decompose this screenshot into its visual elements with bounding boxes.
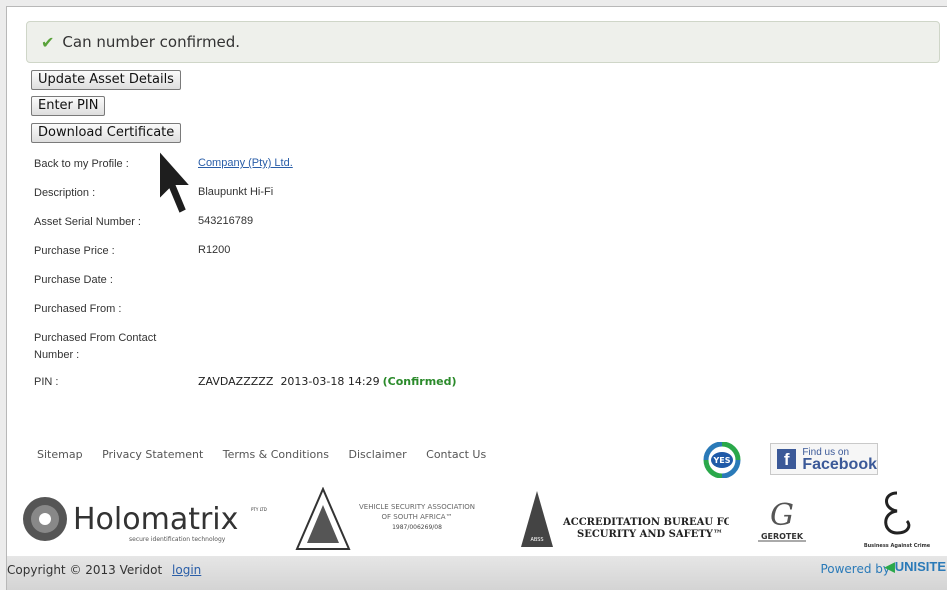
download-certificate-button[interactable]: Download Certificate	[31, 123, 182, 143]
facebook-badge[interactable]: f Find us on Facebook	[770, 443, 878, 475]
pin-value: ZAVDAZZZZZ	[198, 375, 274, 388]
success-alert: ✔ Can number confirmed.	[26, 21, 940, 63]
purchase-date-label: Purchase Date :	[34, 274, 113, 286]
holomatrix-name: Holomatrix	[73, 502, 238, 537]
description-value: Blaupunkt Hi-Fi	[198, 186, 274, 198]
abss-line1: ACCREDITATION BUREAU FOR	[562, 517, 729, 528]
footer-link-privacy[interactable]: Privacy Statement	[102, 448, 203, 461]
footer-link-disclaimer[interactable]: Disclaimer	[348, 448, 406, 461]
abss-triangle-text: ABSS	[530, 537, 543, 543]
purchased-from-contact-label: Purchased From Contact Number :	[34, 332, 157, 361]
business-against-crime-logo[interactable]: Business Against Crime	[847, 487, 947, 551]
main-frame: ✔ Can number confirmed. Update Asset Det…	[6, 6, 947, 590]
bottom-bar: Copyright © 2013 Veridot login Powered b…	[7, 556, 947, 590]
gerotek-logo[interactable]: G GEROTEK	[752, 491, 812, 551]
powered-by-text: Powered by	[820, 562, 890, 576]
svg-text:G: G	[770, 498, 794, 533]
enter-pin-button[interactable]: Enter PIN	[31, 96, 106, 116]
unisite-icon: ◀	[884, 559, 895, 574]
vesa-triangle-text: VESA	[314, 542, 333, 550]
vesa-line1: VEHICLE SECURITY ASSOCIATION	[359, 503, 475, 511]
pin-status: (Confirmed)	[382, 375, 457, 388]
update-asset-details-button[interactable]: Update Asset Details	[31, 70, 181, 90]
copyright-text: Copyright © 2013 Veridot	[7, 563, 163, 577]
footer-link-contact[interactable]: Contact Us	[426, 448, 486, 461]
login-link[interactable]: login	[172, 563, 201, 577]
purchase-price-value: R1200	[198, 244, 231, 256]
holomatrix-logo[interactable]: Holomatrix PTY LTD secure identification…	[19, 491, 269, 545]
alert-message: Can number confirmed.	[62, 33, 241, 51]
vesa-line3: 1987/006269/08	[392, 524, 442, 531]
yes-text: YES	[712, 456, 730, 465]
footer-link-terms[interactable]: Terms & Conditions	[223, 448, 329, 461]
footer-links: Sitemap Privacy Statement Terms & Condit…	[37, 448, 502, 461]
vesa-line2: OF SOUTH AFRICA™	[381, 513, 452, 521]
gerotek-name: GEROTEK	[761, 532, 804, 541]
abss-logo[interactable]: ABSS ACCREDITATION BUREAU FOR SECURITY A…	[519, 489, 729, 549]
purchased-from-label: Purchased From :	[34, 303, 122, 315]
facebook-big-text: Facebook	[802, 456, 877, 473]
serial-number-value: 543216789	[198, 215, 254, 227]
holomatrix-mark: PTY LTD	[251, 507, 267, 512]
vesa-logo[interactable]: VESA VEHICLE SECURITY ASSOCIATION OF SOU…	[295, 487, 495, 551]
profile-link[interactable]: Company (Pty) Ltd.	[198, 157, 293, 169]
checkmark-icon: ✔	[41, 32, 55, 52]
pin-row: ZAVDAZZZZZ 2013-03-18 14:29 (Confirmed)	[198, 375, 457, 388]
footer-link-sitemap[interactable]: Sitemap	[37, 448, 83, 461]
abss-line2: SECURITY AND SAFETY™	[577, 529, 723, 540]
pin-label: PIN :	[34, 376, 59, 388]
unisite-logo[interactable]: ◀UNISITE	[885, 559, 946, 575]
pin-datetime: 2013-03-18 14:29	[280, 375, 380, 388]
unisite-text: UNISITE	[894, 559, 946, 574]
purchase-price-label: Purchase Price :	[34, 245, 115, 257]
holomatrix-sub: secure identification technology	[129, 536, 226, 543]
facebook-icon: f	[777, 449, 797, 469]
mouse-pointer-icon	[158, 148, 194, 216]
partner-logos: Holomatrix PTY LTD secure identification…	[7, 485, 947, 555]
yes-badge-icon[interactable]: YES	[702, 442, 742, 478]
bac-name: Business Against Crime	[864, 543, 931, 549]
